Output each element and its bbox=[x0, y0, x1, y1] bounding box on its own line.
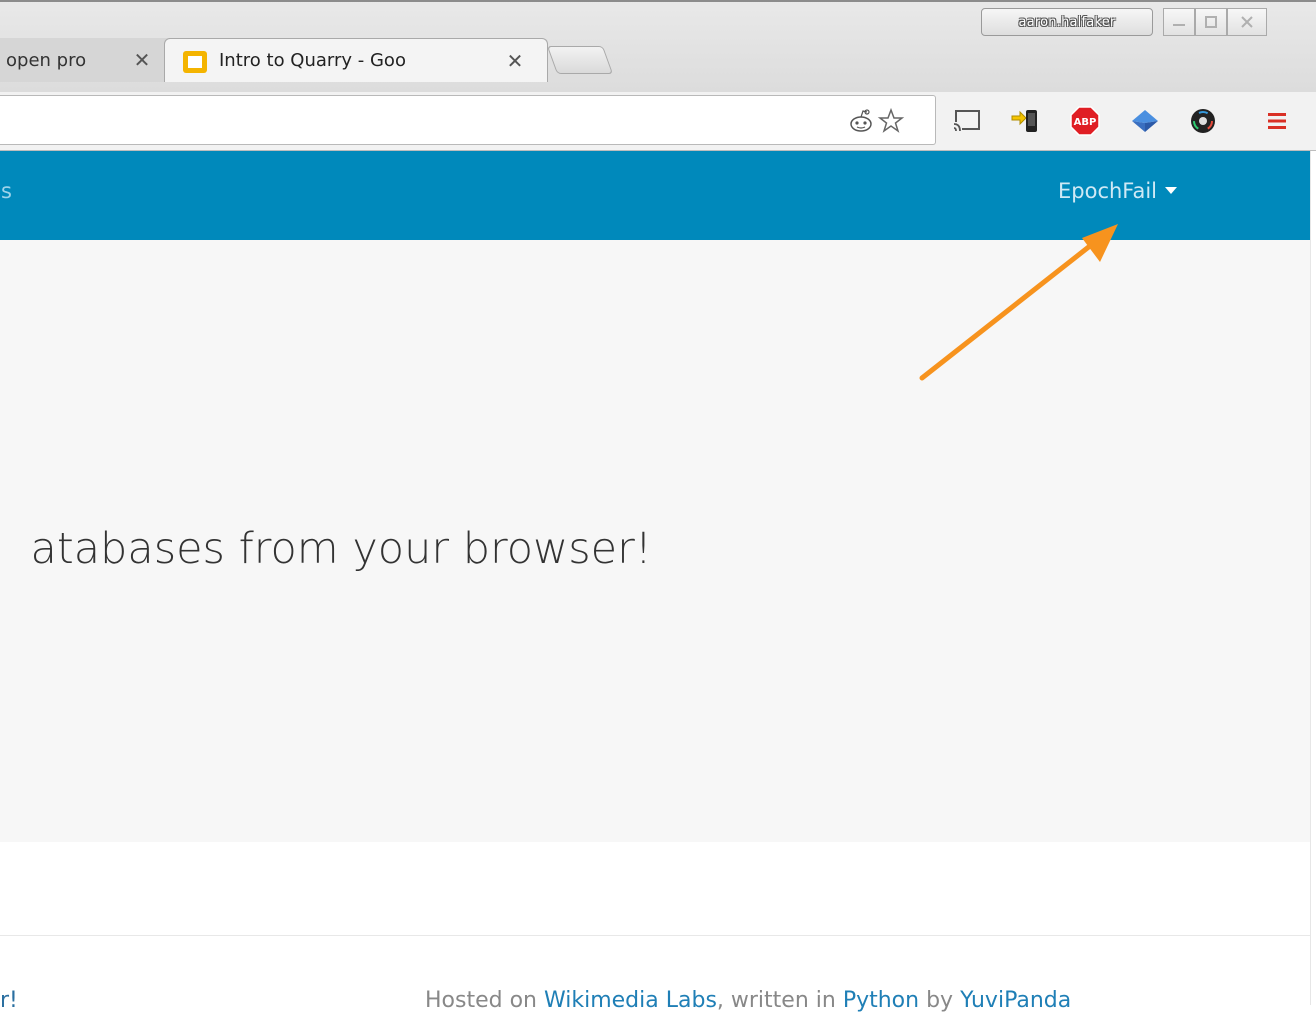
site-navbar: s EpochFail bbox=[0, 151, 1310, 240]
close-icon[interactable]: ✕ bbox=[503, 49, 527, 73]
close-window-icon bbox=[1241, 16, 1253, 28]
cast-icon[interactable] bbox=[950, 104, 984, 138]
maximize-button[interactable] bbox=[1195, 8, 1227, 36]
browser-tab-strip: open pro ✕ Intro to Quarry - Goo ✕ aaron… bbox=[0, 0, 1316, 93]
tab-open-pro[interactable]: open pro ✕ bbox=[0, 38, 170, 82]
phone-arrow-icon[interactable] bbox=[1008, 104, 1042, 138]
adblock-label: ABP bbox=[1074, 117, 1097, 128]
new-tab-button[interactable] bbox=[546, 46, 614, 74]
footer-left-text: r! bbox=[0, 988, 18, 1013]
python-link[interactable]: Python bbox=[843, 988, 919, 1013]
tab-intro-to-quarry[interactable]: Intro to Quarry - Goo ✕ bbox=[164, 38, 548, 82]
user-name: EpochFail bbox=[1058, 179, 1157, 203]
close-window-button[interactable] bbox=[1227, 8, 1267, 36]
bookmark-star-icon[interactable] bbox=[874, 104, 908, 138]
profile-name: aaron.halfaker bbox=[1018, 14, 1116, 30]
window-border bbox=[0, 0, 1316, 2]
footer-by: by bbox=[919, 988, 961, 1013]
close-icon[interactable]: ✕ bbox=[130, 48, 154, 72]
footer-written-in: , written in bbox=[716, 988, 843, 1013]
color-wheel-icon[interactable] bbox=[1186, 104, 1220, 138]
adblock-icon[interactable]: ABP bbox=[1068, 104, 1102, 138]
address-bar[interactable] bbox=[0, 95, 936, 145]
slides-favicon-icon bbox=[183, 51, 207, 77]
reddit-icon[interactable] bbox=[844, 104, 878, 138]
footer: r! Hosted on Wikimedia Labs, written in … bbox=[0, 935, 1310, 1013]
blue-diamond-icon[interactable] bbox=[1128, 104, 1162, 138]
tab-title: open pro bbox=[6, 49, 87, 71]
caret-down-icon bbox=[1165, 187, 1177, 194]
hero-heading: atabases from your browser! bbox=[30, 524, 652, 574]
maximize-icon bbox=[1205, 16, 1217, 28]
footer-hosted-on: Hosted on bbox=[425, 988, 544, 1013]
minimize-icon bbox=[1173, 24, 1185, 26]
minimize-button[interactable] bbox=[1163, 8, 1195, 36]
footer-credits: Hosted on Wikimedia Labs, written in Pyt… bbox=[425, 988, 1071, 1013]
hero-heading-container: atabases from your browser! bbox=[0, 524, 700, 594]
user-menu-dropdown[interactable]: EpochFail bbox=[1058, 179, 1177, 203]
profile-badge[interactable]: aaron.halfaker bbox=[981, 8, 1153, 36]
tab-title: Intro to Quarry - Goo bbox=[219, 50, 406, 71]
nav-link-partial[interactable]: s bbox=[0, 179, 12, 203]
page-right-edge bbox=[1310, 151, 1316, 1005]
wikimedia-labs-link[interactable]: Wikimedia Labs bbox=[544, 988, 717, 1013]
yuvipanda-link[interactable]: YuviPanda bbox=[960, 988, 1071, 1013]
browser-toolbar bbox=[0, 92, 1316, 151]
menu-icon[interactable] bbox=[1260, 104, 1294, 138]
